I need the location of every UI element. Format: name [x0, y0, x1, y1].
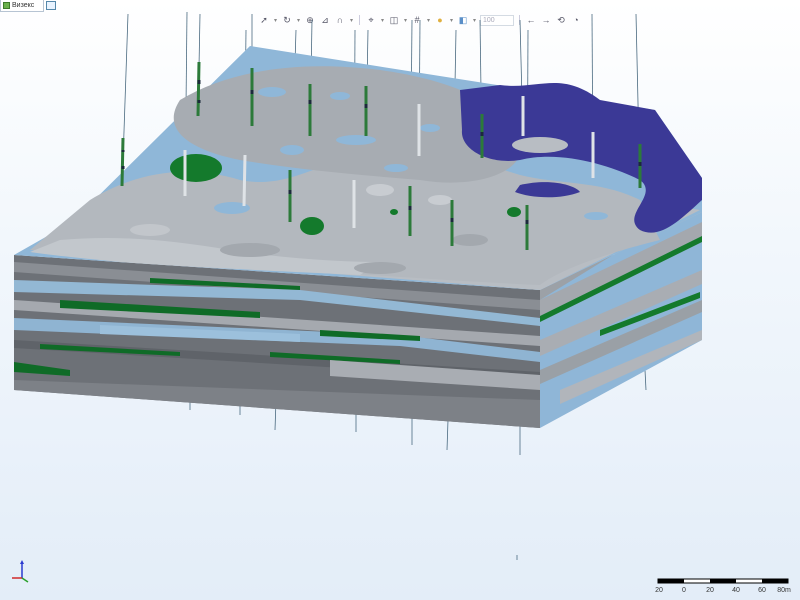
scale-label: 60: [758, 587, 766, 594]
scale-label: 40: [732, 587, 740, 594]
axis-indicator: [12, 560, 29, 583]
3d-viewport[interactable]: [0, 0, 800, 600]
scale-bar: 20 0 20 40 60 80m: [655, 575, 792, 597]
scale-label: 20: [655, 587, 663, 594]
block-top-surface: [14, 46, 702, 290]
scale-label: 80m: [777, 587, 791, 594]
scale-label: 0: [682, 587, 686, 594]
scale-label: 20: [706, 587, 714, 594]
